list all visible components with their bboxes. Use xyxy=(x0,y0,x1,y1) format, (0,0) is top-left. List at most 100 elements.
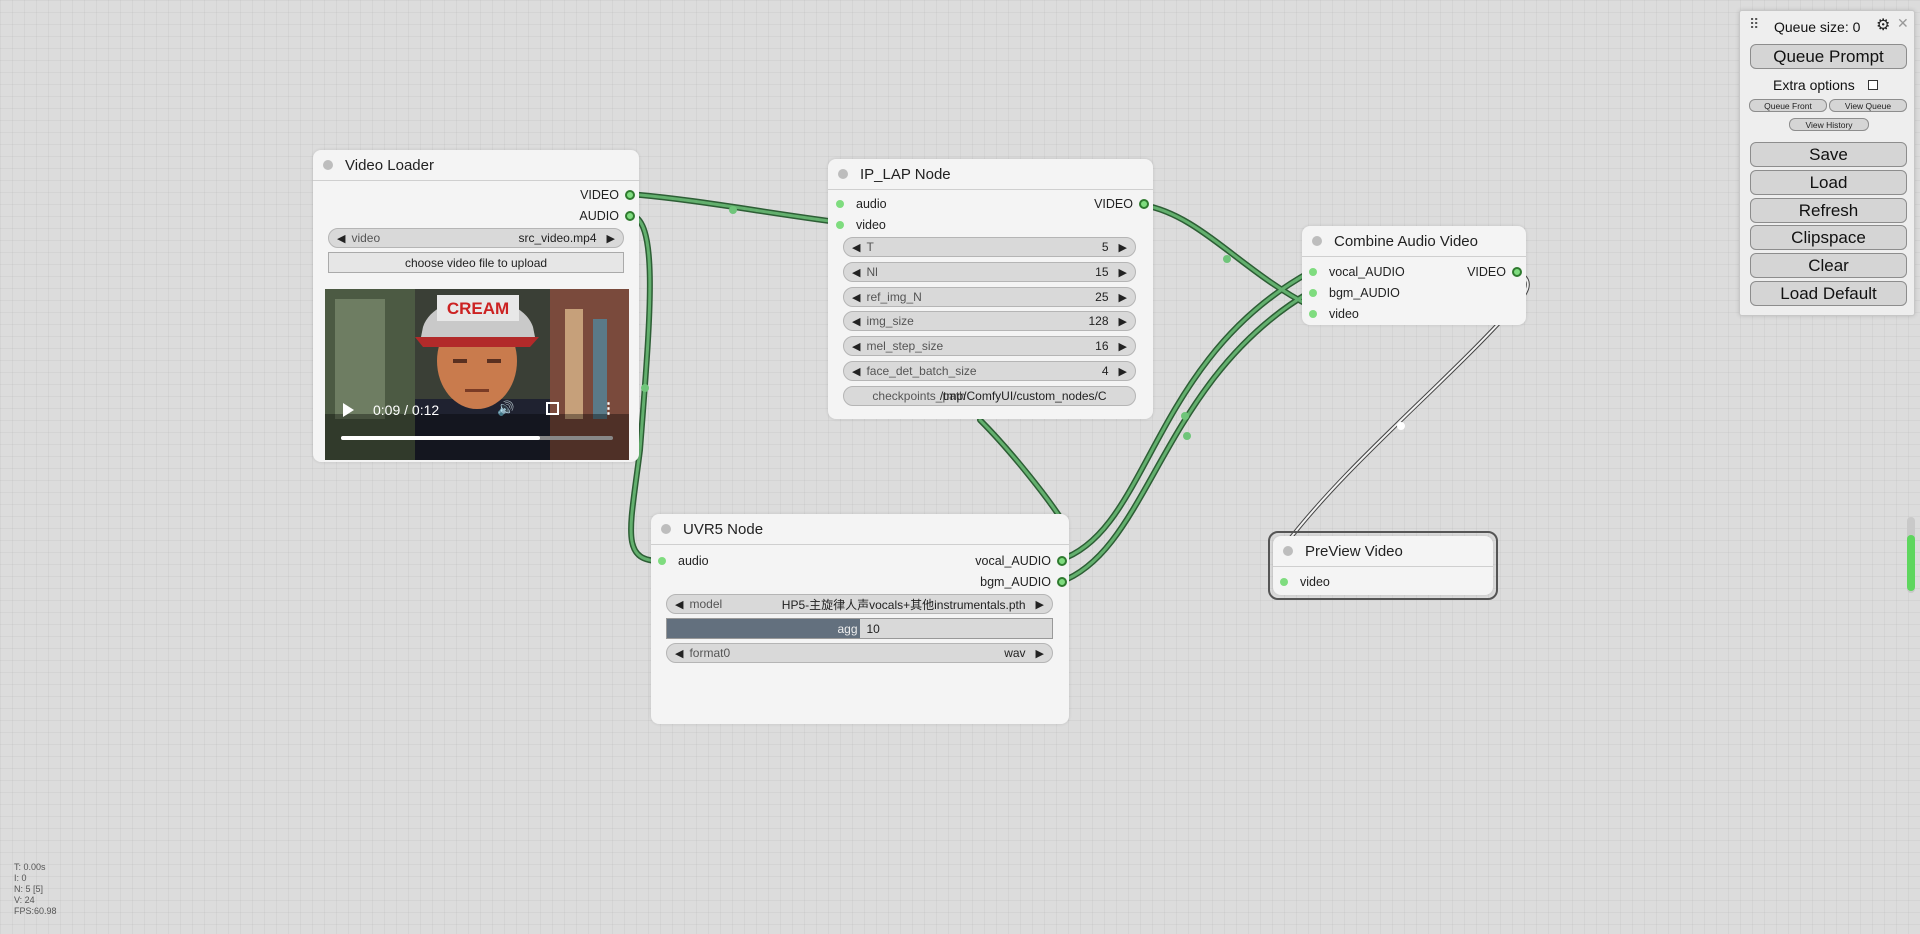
output-audio-slot[interactable]: AUDIO xyxy=(579,207,635,225)
widget-value: 4 xyxy=(1101,364,1109,378)
slot-dot-icon[interactable] xyxy=(1512,267,1522,277)
agg-slider[interactable]: agg 10 xyxy=(666,618,1053,639)
ref-img-n-widget[interactable]: ◀ ref_img_N 25 ▶ xyxy=(843,287,1136,307)
video-player[interactable]: CREAM 0:09 / 0:12 🔊 ⋮ xyxy=(325,289,629,460)
left-arrow-icon[interactable]: ◀ xyxy=(852,291,860,304)
input-video-slot[interactable]: video xyxy=(1309,305,1359,323)
model-combo-widget[interactable]: ◀ model HP5-主旋律人声vocals+其他instrumentals.pt… xyxy=(666,594,1053,614)
slot-dot-icon[interactable] xyxy=(836,221,844,229)
node-title-bar[interactable]: Video Loader xyxy=(313,150,639,181)
slot-label: audio xyxy=(856,197,887,211)
collapse-dot-icon[interactable] xyxy=(838,169,848,179)
uvr5-node[interactable]: UVR5 Node audio vocal_AUDIO bgm_AUDIO ◀ m… xyxy=(651,514,1069,724)
input-audio-slot[interactable]: audio xyxy=(836,195,887,213)
output-video-slot[interactable]: VIDEO xyxy=(1467,263,1522,281)
node-title-bar[interactable]: Combine Audio Video xyxy=(1302,226,1526,257)
left-arrow-icon[interactable]: ◀ xyxy=(852,340,860,353)
volume-icon[interactable]: 🔊 xyxy=(497,400,514,417)
output-vocal-audio-slot[interactable]: vocal_AUDIO xyxy=(975,552,1067,570)
slot-label: audio xyxy=(678,554,709,568)
save-button[interactable]: Save xyxy=(1750,142,1907,167)
drag-handle-icon[interactable]: ⠿ xyxy=(1749,16,1759,33)
slot-dot-icon[interactable] xyxy=(1139,199,1149,209)
clipspace-button[interactable]: Clipspace xyxy=(1750,225,1907,250)
slot-dot-icon[interactable] xyxy=(1309,310,1317,318)
input-video-slot[interactable]: video xyxy=(1280,573,1330,591)
node-title: PreView Video xyxy=(1305,542,1403,560)
preview-video-node[interactable]: PreView Video video xyxy=(1273,536,1493,595)
t-widget[interactable]: ◀ T 5 ▶ xyxy=(843,237,1136,257)
right-arrow-icon[interactable]: ▶ xyxy=(1119,365,1127,378)
progress-track[interactable] xyxy=(341,436,613,440)
extra-options-checkbox[interactable] xyxy=(1868,80,1878,90)
checkpoints-path-widget[interactable]: checkpoints_path /tmp/ComfyUI/custom_nod… xyxy=(843,386,1136,406)
left-arrow-icon[interactable]: ◀ xyxy=(852,241,860,254)
output-video-slot[interactable]: VIDEO xyxy=(580,186,635,204)
slot-dot-icon[interactable] xyxy=(1280,578,1288,586)
collapse-dot-icon[interactable] xyxy=(661,524,671,534)
view-history-button[interactable]: View History xyxy=(1789,118,1869,131)
right-arrow-icon[interactable]: ▶ xyxy=(607,232,615,245)
slot-dot-icon[interactable] xyxy=(1057,577,1067,587)
right-arrow-icon[interactable]: ▶ xyxy=(1119,340,1127,353)
left-arrow-icon[interactable]: ◀ xyxy=(337,232,345,245)
right-arrow-icon[interactable]: ▶ xyxy=(1036,647,1044,660)
slot-dot-icon[interactable] xyxy=(625,211,635,221)
more-options-icon[interactable]: ⋮ xyxy=(601,399,616,417)
settings-gear-icon[interactable]: ⚙ xyxy=(1876,15,1890,35)
widget-value: wav xyxy=(1004,646,1026,660)
refresh-button[interactable]: Refresh xyxy=(1750,198,1907,223)
slot-dot-icon[interactable] xyxy=(836,200,844,208)
clear-button[interactable]: Clear xyxy=(1750,253,1907,278)
left-arrow-icon[interactable]: ◀ xyxy=(852,315,860,328)
queue-prompt-button[interactable]: Queue Prompt xyxy=(1750,44,1907,69)
left-arrow-icon[interactable]: ◀ xyxy=(675,647,683,660)
format-combo-widget[interactable]: ◀ format0 wav ▶ xyxy=(666,643,1053,663)
video-combo-widget[interactable]: ◀ video src_video.mp4 ▶ xyxy=(328,228,624,248)
node-title-bar[interactable]: UVR5 Node xyxy=(651,514,1069,545)
node-title-bar[interactable]: PreView Video xyxy=(1273,536,1493,567)
output-bgm-audio-slot[interactable]: bgm_AUDIO xyxy=(980,573,1067,591)
collapse-dot-icon[interactable] xyxy=(1283,546,1293,556)
input-bgm-audio-slot[interactable]: bgm_AUDIO xyxy=(1309,284,1400,302)
node-title-bar[interactable]: IP_LAP Node xyxy=(828,159,1153,190)
right-arrow-icon[interactable]: ▶ xyxy=(1119,315,1127,328)
input-vocal-audio-slot[interactable]: vocal_AUDIO xyxy=(1309,263,1405,281)
right-arrow-icon[interactable]: ▶ xyxy=(1119,241,1127,254)
left-arrow-icon[interactable]: ◀ xyxy=(852,365,860,378)
close-icon[interactable]: ✕ xyxy=(1897,15,1909,32)
input-video-slot[interactable]: video xyxy=(836,216,886,234)
play-icon[interactable] xyxy=(343,403,354,417)
video-loader-node[interactable]: Video Loader VIDEO AUDIO ◀ video src_vid… xyxy=(313,150,639,462)
img-size-widget[interactable]: ◀ img_size 128 ▶ xyxy=(843,311,1136,331)
fullscreen-icon[interactable] xyxy=(546,402,559,415)
combine-audio-video-node[interactable]: Combine Audio Video vocal_AUDIO bgm_AUDI… xyxy=(1302,226,1526,325)
nl-widget[interactable]: ◀ Nl 15 ▶ xyxy=(843,262,1136,282)
collapse-dot-icon[interactable] xyxy=(323,160,333,170)
queue-front-button[interactable]: Queue Front xyxy=(1749,99,1827,112)
collapse-dot-icon[interactable] xyxy=(1312,236,1322,246)
output-video-slot[interactable]: VIDEO xyxy=(1094,195,1149,213)
left-arrow-icon[interactable]: ◀ xyxy=(675,598,683,611)
scroll-indicator[interactable] xyxy=(1907,517,1915,593)
slot-dot-icon[interactable] xyxy=(625,190,635,200)
input-audio-slot[interactable]: audio xyxy=(658,552,709,570)
face-det-batch-size-widget[interactable]: ◀ face_det_batch_size 4 ▶ xyxy=(843,361,1136,381)
right-arrow-icon[interactable]: ▶ xyxy=(1119,266,1127,279)
slot-dot-icon[interactable] xyxy=(1057,556,1067,566)
left-arrow-icon[interactable]: ◀ xyxy=(852,266,860,279)
mel-step-size-widget[interactable]: ◀ mel_step_size 16 ▶ xyxy=(843,336,1136,356)
node-title: UVR5 Node xyxy=(683,520,764,538)
load-default-button[interactable]: Load Default xyxy=(1750,281,1907,306)
load-button[interactable]: Load xyxy=(1750,170,1907,195)
queue-panel[interactable]: ⠿ Queue size: 0 ⚙ ✕ Queue Prompt Extra o… xyxy=(1739,10,1915,316)
right-arrow-icon[interactable]: ▶ xyxy=(1036,598,1044,611)
view-queue-button[interactable]: View Queue xyxy=(1829,99,1907,112)
slot-dot-icon[interactable] xyxy=(658,557,666,565)
right-arrow-icon[interactable]: ▶ xyxy=(1119,291,1127,304)
upload-video-button[interactable]: choose video file to upload xyxy=(328,252,624,273)
slot-dot-icon[interactable] xyxy=(1309,289,1317,297)
slot-dot-icon[interactable] xyxy=(1309,268,1317,276)
slot-label: video xyxy=(1329,307,1359,321)
ip-lap-node[interactable]: IP_LAP Node audio video VIDEO ◀ T 5 ▶ ◀ Nl 15… xyxy=(828,159,1153,419)
